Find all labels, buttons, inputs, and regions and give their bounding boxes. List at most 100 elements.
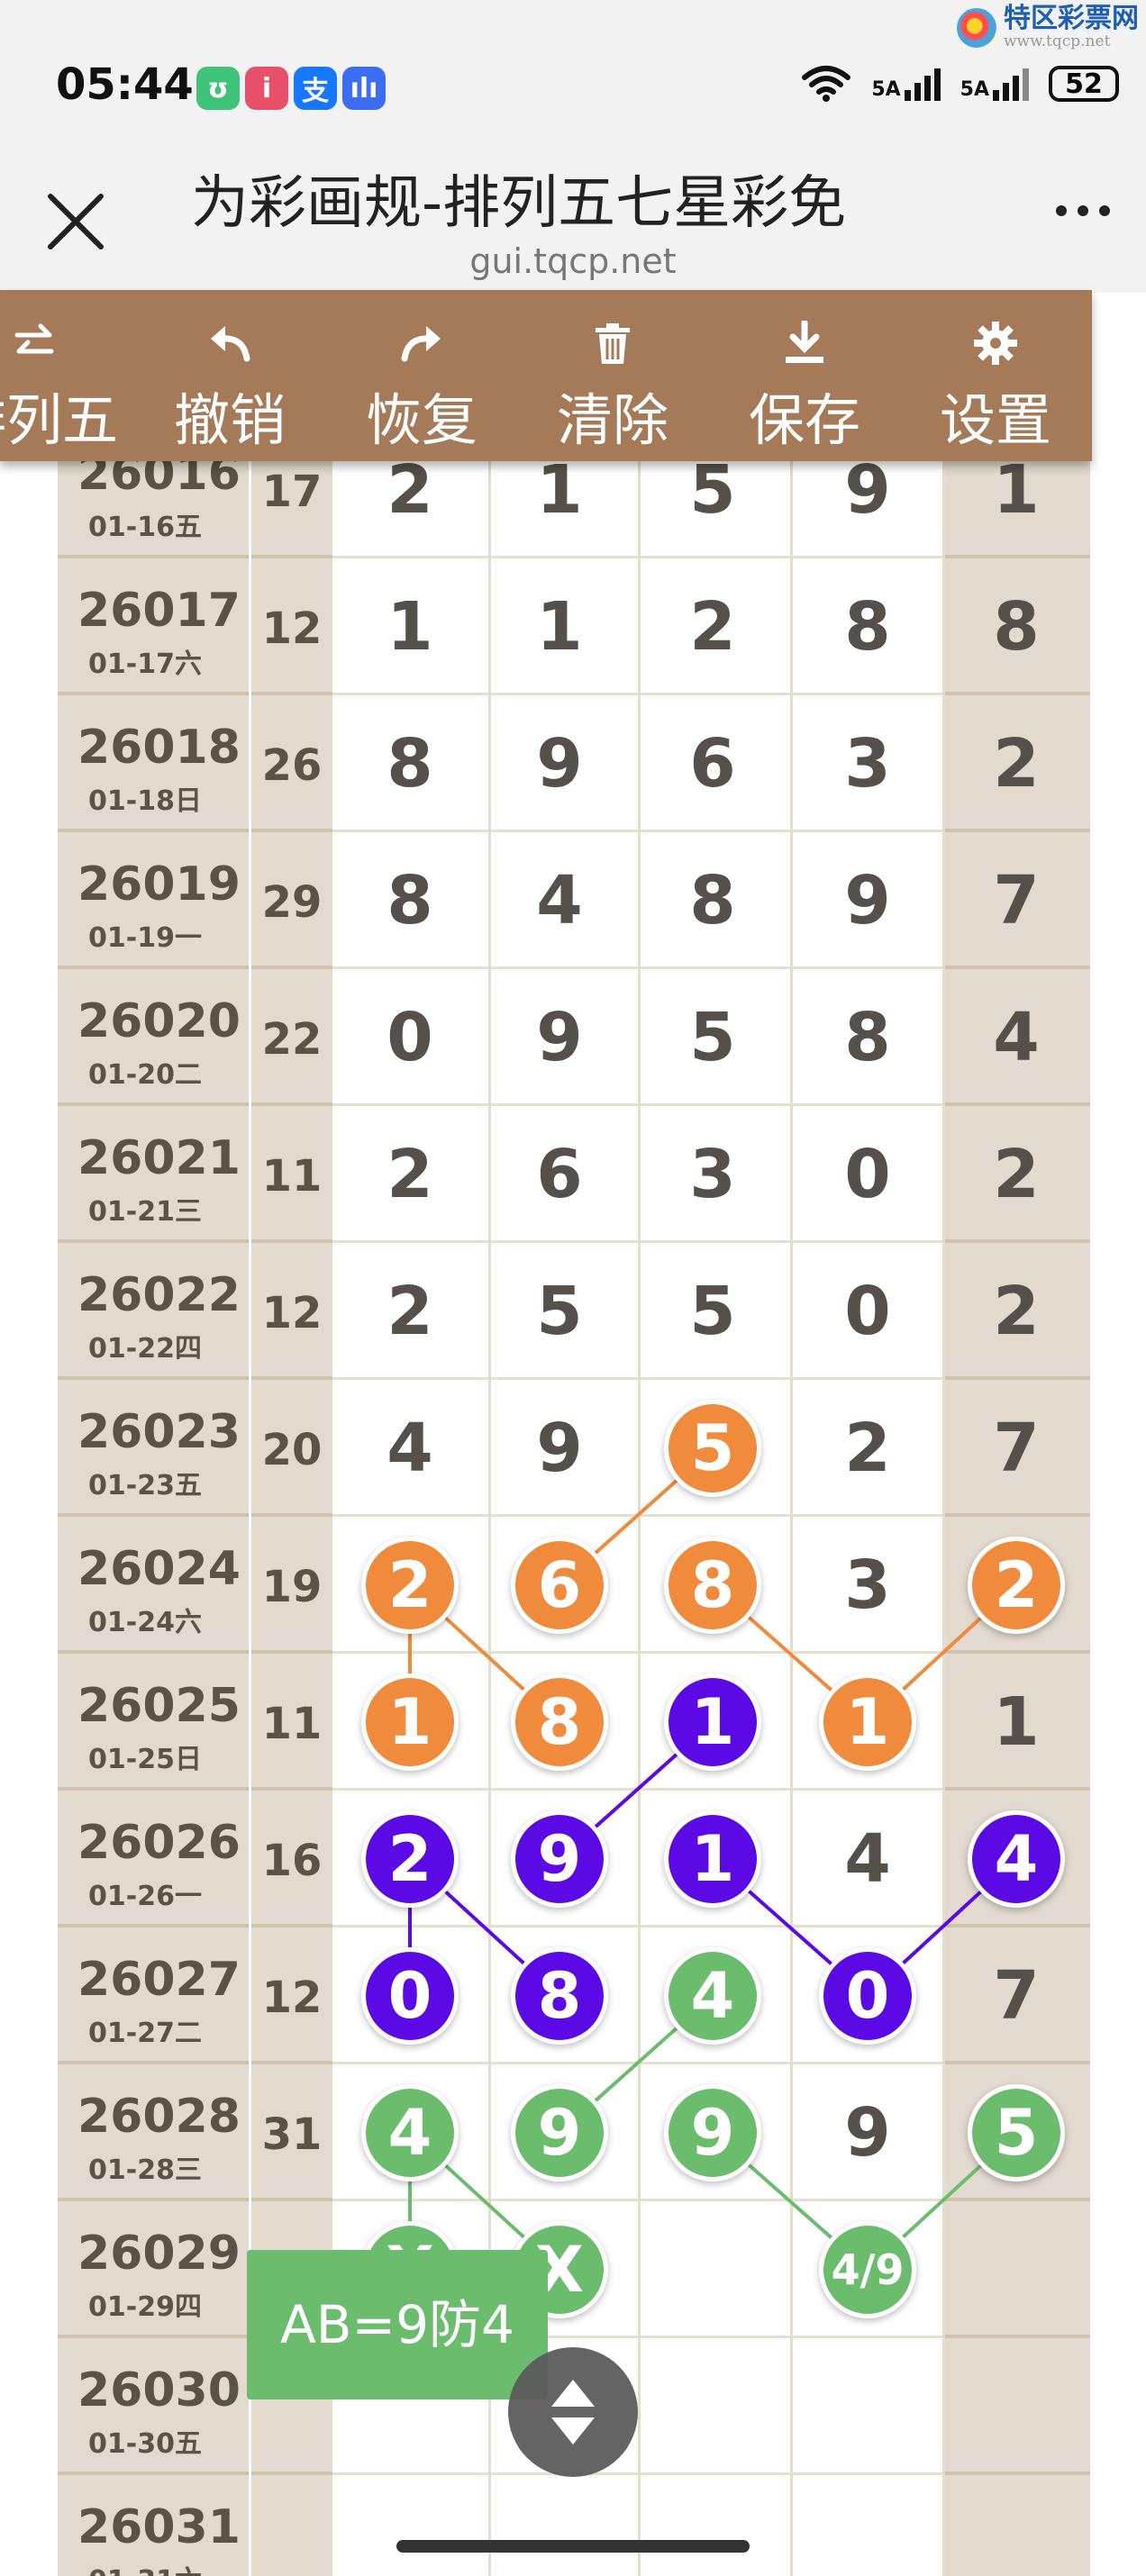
status-bar: 05:44 ʊ i 支 ılı 5A 5A 52 特区彩票网 www.tqcp.net <box>0 0 1146 158</box>
highlight-ball[interactable]: 4/9 <box>823 2226 912 2314</box>
digit-cell[interactable]: 7 <box>962 1394 1070 1502</box>
digit-cell[interactable]: 2 <box>962 1120 1070 1229</box>
digit-cell[interactable]: 2 <box>814 1394 922 1502</box>
home-indicator[interactable] <box>396 2540 750 2553</box>
shield-app-icon: ʊ <box>196 67 240 110</box>
digit-cell[interactable]: 5 <box>659 459 767 544</box>
switch-lottery-button[interactable]: 排列五 <box>0 290 124 461</box>
digit-cell[interactable]: 8 <box>659 847 767 955</box>
digit-cell[interactable]: 6 <box>505 1120 614 1229</box>
scroll-toggle-button[interactable] <box>508 2347 638 2477</box>
settings-button[interactable]: 设置 <box>905 290 1086 461</box>
digit-cell[interactable]: 4 <box>356 1394 464 1502</box>
digit-cell[interactable]: 1 <box>962 459 1070 544</box>
digit-cell[interactable]: 1 <box>505 573 614 681</box>
highlight-ball[interactable]: 4 <box>366 2089 454 2177</box>
highlight-ball[interactable]: 8 <box>515 1952 604 2040</box>
more-options-button[interactable] <box>1056 205 1110 216</box>
site-logo-icon <box>957 8 996 48</box>
digit-cell[interactable]: 1 <box>356 573 464 681</box>
digit-cell[interactable]: 3 <box>814 1531 922 1639</box>
digit-cell[interactable]: 1 <box>505 459 614 544</box>
info-app-icon: i <box>245 67 288 110</box>
highlight-ball[interactable]: 1 <box>668 1815 757 1903</box>
undo-button[interactable]: 撤销 <box>140 290 320 461</box>
digit-cell[interactable]: 5 <box>659 1257 767 1365</box>
digit-cell[interactable]: 5 <box>505 1257 614 1365</box>
redo-button[interactable]: 恢复 <box>332 290 512 461</box>
highlight-ball[interactable]: 2 <box>972 1541 1060 1629</box>
site-watermark: 特区彩票网 www.tqcp.net <box>957 5 1139 50</box>
digit-cell[interactable]: 4 <box>505 847 614 955</box>
digit-cell[interactable]: 8 <box>962 573 1070 681</box>
digit-cell[interactable]: 0 <box>814 1120 922 1229</box>
voice-app-icon: ılı <box>342 67 386 110</box>
digit-cell[interactable]: 9 <box>814 847 922 955</box>
digit-cell[interactable]: 3 <box>659 1120 767 1229</box>
highlight-ball[interactable]: 2 <box>366 1541 454 1629</box>
settings-label: 设置 <box>939 387 1051 453</box>
alipay-app-icon: 支 <box>294 67 337 110</box>
digit-cell[interactable]: 2 <box>356 459 464 544</box>
sort-arrows-icon <box>551 2380 595 2444</box>
digit-cell[interactable]: 4 <box>814 1805 922 1913</box>
save-button[interactable]: 保存 <box>714 290 895 461</box>
annotation-note[interactable]: AB=9防4 <box>247 2250 548 2399</box>
clear-button[interactable]: 清除 <box>523 290 703 461</box>
battery-icon: 52 <box>1049 66 1119 102</box>
digit-cell[interactable]: 9 <box>814 459 922 544</box>
digit-cell[interactable]: 3 <box>814 710 922 818</box>
highlight-ball[interactable]: 6 <box>515 1541 604 1629</box>
digit-cell[interactable]: 8 <box>814 573 922 681</box>
highlight-ball[interactable]: 9 <box>668 2089 757 2177</box>
watermark-url: www.tqcp.net <box>1004 32 1111 50</box>
highlight-ball[interactable]: 0 <box>366 1952 454 2040</box>
highlight-ball[interactable]: 5 <box>972 2089 1060 2177</box>
status-indicators: 5A 5A 52 <box>801 65 1119 103</box>
network-label-1: 5A <box>871 78 901 101</box>
digit-cell[interactable]: 5 <box>659 984 767 1092</box>
digit-cell[interactable]: 1 <box>962 1668 1070 1776</box>
page-title: 为彩画规-排列五七星彩免 <box>191 170 847 237</box>
digit-cell[interactable]: 2 <box>356 1120 464 1229</box>
redo-icon <box>401 326 441 362</box>
highlight-ball[interactable]: 9 <box>515 1815 604 1903</box>
gear-icon <box>974 322 1017 365</box>
battery-level: 52 <box>1065 68 1103 100</box>
watermark-text: 特区彩票网 <box>1004 3 1139 34</box>
highlight-ball[interactable]: 1 <box>823 1678 912 1766</box>
digit-cell[interactable]: 2 <box>962 1257 1070 1365</box>
digit-cell[interactable]: 7 <box>962 847 1070 955</box>
highlight-ball[interactable]: 0 <box>823 1952 912 2040</box>
clear-label: 清除 <box>556 387 668 453</box>
swap-icon <box>14 323 54 354</box>
digit-cell[interactable]: 6 <box>659 710 767 818</box>
highlight-ball[interactable]: 5 <box>668 1404 757 1492</box>
digit-cell[interactable]: 9 <box>505 1394 614 1502</box>
signal-2-icon <box>993 67 1029 101</box>
highlight-ball[interactable]: 1 <box>366 1678 454 1766</box>
digit-cell[interactable]: 9 <box>505 984 614 1092</box>
digit-cell[interactable]: 9 <box>505 710 614 818</box>
trash-icon <box>596 323 630 364</box>
highlight-ball[interactable]: 9 <box>515 2089 604 2177</box>
digit-cell[interactable]: 0 <box>356 984 464 1092</box>
digit-cell[interactable]: 2 <box>962 710 1070 818</box>
highlight-ball[interactable]: 2 <box>366 1815 454 1903</box>
highlight-ball[interactable]: 8 <box>668 1541 757 1629</box>
highlight-ball[interactable]: 4 <box>668 1952 757 2040</box>
highlight-ball[interactable]: 4 <box>972 1815 1060 1903</box>
page-url: gui.tqcp.net <box>469 241 677 281</box>
digit-cell[interactable]: 8 <box>356 710 464 818</box>
highlight-ball[interactable]: 1 <box>668 1678 757 1766</box>
digit-cell[interactable]: 2 <box>659 573 767 681</box>
digit-cell[interactable]: 2 <box>356 1257 464 1365</box>
highlight-ball[interactable]: 8 <box>515 1678 604 1766</box>
digit-cell[interactable]: 0 <box>814 1257 922 1365</box>
digit-cell[interactable]: 8 <box>814 984 922 1092</box>
digit-cell[interactable]: 9 <box>814 2079 922 2187</box>
digit-cell[interactable]: 7 <box>962 1942 1070 2050</box>
digit-cell[interactable]: 8 <box>356 847 464 955</box>
wifi-icon <box>802 66 851 102</box>
digit-cell[interactable]: 4 <box>962 984 1070 1092</box>
